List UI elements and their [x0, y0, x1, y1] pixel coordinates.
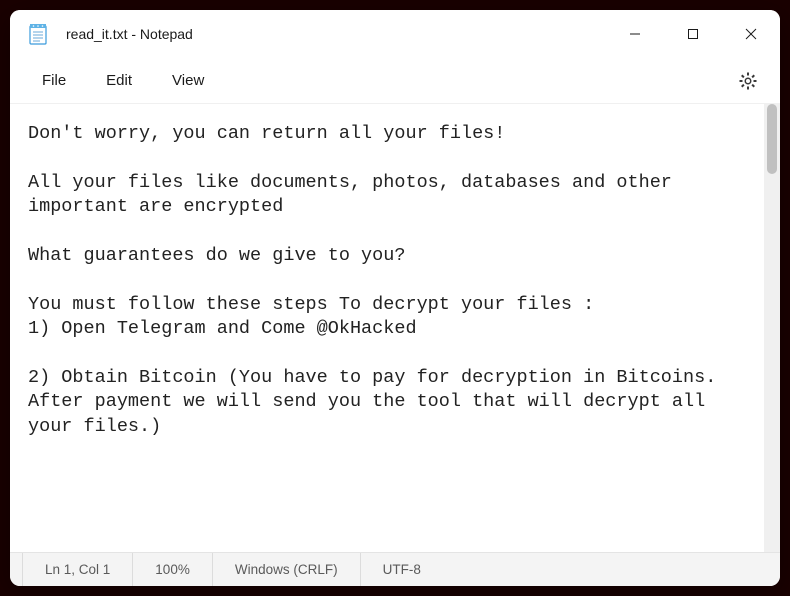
status-encoding: UTF-8 [361, 553, 443, 586]
menu-edit[interactable]: Edit [86, 66, 152, 95]
statusbar: Ln 1, Col 1 100% Windows (CRLF) UTF-8 [10, 552, 780, 586]
settings-button[interactable] [728, 61, 768, 101]
vertical-scrollbar[interactable] [764, 104, 780, 552]
maximize-button[interactable] [664, 10, 722, 58]
maximize-icon [687, 28, 699, 40]
menu-file[interactable]: File [22, 66, 86, 95]
close-button[interactable] [722, 10, 780, 58]
minimize-icon [629, 28, 641, 40]
text-editor[interactable]: Don't worry, you can return all your fil… [10, 104, 764, 552]
gear-icon [738, 71, 758, 91]
minimize-button[interactable] [606, 10, 664, 58]
menubar: File Edit View [10, 58, 780, 104]
close-icon [745, 28, 757, 40]
notepad-app-icon [28, 22, 48, 46]
notepad-window: read_it.txt - Notepad File Edit [10, 10, 780, 586]
content-area: Don't worry, you can return all your fil… [10, 104, 780, 552]
status-cursor-position: Ln 1, Col 1 [22, 553, 133, 586]
status-zoom: 100% [133, 553, 213, 586]
menu-view[interactable]: View [152, 66, 224, 95]
titlebar: read_it.txt - Notepad [10, 10, 780, 58]
scrollbar-thumb[interactable] [767, 104, 777, 174]
status-line-ending: Windows (CRLF) [213, 553, 361, 586]
window-title: read_it.txt - Notepad [66, 26, 606, 42]
window-controls [606, 10, 780, 58]
